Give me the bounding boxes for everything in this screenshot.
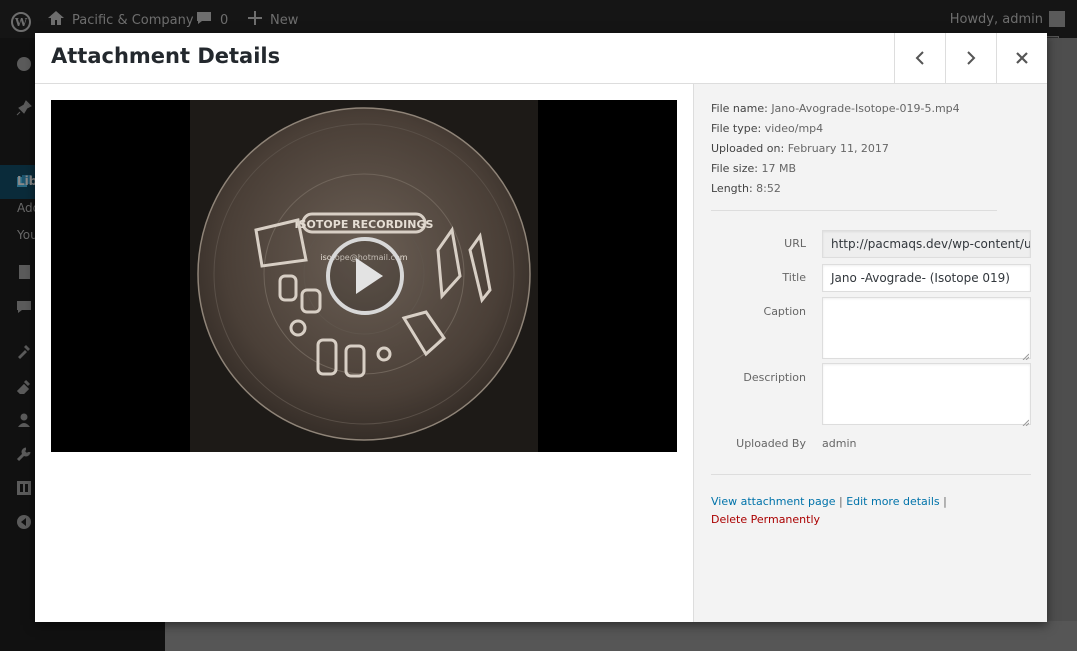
comments-count: 0 — [220, 12, 229, 28]
plus-icon — [248, 11, 262, 29]
collapse-menu-icon[interactable] — [16, 514, 32, 530]
plugins-icon[interactable] — [16, 378, 32, 397]
divider — [711, 210, 997, 211]
divider — [711, 474, 1031, 475]
description-label: Description — [743, 371, 806, 384]
actions-row: View attachment page | Edit more details… — [711, 493, 947, 511]
modal-title: Attachment Details — [51, 44, 281, 68]
settings-icon[interactable] — [16, 480, 32, 496]
next-button[interactable] — [945, 33, 996, 83]
file-name-row: File name: Jano-Avograde-Isotope-019-5.m… — [711, 99, 960, 119]
avatar — [1049, 11, 1065, 27]
resize-handle-icon[interactable] — [1021, 349, 1030, 361]
attachment-actions: View attachment page | Edit more details… — [711, 493, 947, 529]
svg-text:W: W — [14, 16, 28, 29]
view-attachment-page-link[interactable]: View attachment page — [711, 495, 835, 508]
video-label-line1: ISOTOPE RECORDINGS — [295, 218, 434, 231]
dashboard-icon[interactable] — [16, 56, 32, 72]
title-label: Title — [782, 271, 806, 284]
attachment-info-panel: File name: Jano-Avograde-Isotope-019-5.m… — [693, 84, 1047, 622]
home-icon — [48, 11, 64, 29]
appearance-icon[interactable] — [16, 343, 32, 359]
uploaded-by-value: admin — [822, 437, 857, 450]
uploaded-by-label: Uploaded By — [736, 437, 806, 450]
users-icon[interactable] — [16, 412, 32, 428]
length-row: Length: 8:52 — [711, 179, 960, 199]
caption-field[interactable] — [822, 297, 1031, 361]
description-field[interactable] — [822, 363, 1031, 427]
link-separator: | — [838, 495, 843, 508]
tools-icon[interactable] — [16, 446, 32, 462]
url-label: URL — [784, 237, 806, 250]
site-name-link[interactable]: Pacific & Company — [48, 11, 194, 29]
pin-icon[interactable] — [16, 100, 32, 116]
backdrop-footer-strip — [165, 621, 1077, 651]
resize-handle-icon[interactable] — [1021, 415, 1030, 427]
modal-header: Attachment Details — [35, 33, 1047, 84]
new-label: New — [270, 12, 299, 28]
new-content-link[interactable]: New — [248, 11, 298, 29]
link-separator: | — [943, 495, 947, 508]
uploaded-on-value: February 11, 2017 — [787, 142, 889, 155]
file-size-label: File size: — [711, 162, 758, 175]
uploaded-on-row: Uploaded on: February 11, 2017 — [711, 139, 960, 159]
comments-link[interactable]: 0 — [196, 11, 228, 29]
file-type-row: File type: video/mp4 — [711, 119, 960, 139]
length-value: 8:52 — [756, 182, 781, 195]
video-player[interactable]: ISOTOPE RECORDINGS isotope@hotmail.com — [51, 100, 677, 452]
edit-more-details-link[interactable]: Edit more details — [846, 495, 939, 508]
delete-permanently-link[interactable]: Delete Permanently — [711, 513, 820, 526]
file-size-value: 17 MB — [761, 162, 796, 175]
uploaded-on-label: Uploaded on: — [711, 142, 785, 155]
howdy-text: Howdy, admin — [949, 11, 1043, 27]
chevron-right-icon — [965, 50, 977, 66]
file-name-label: File name: — [711, 102, 768, 115]
previous-button[interactable] — [894, 33, 945, 83]
file-name-value: Jano-Avograde-Isotope-019-5.mp4 — [771, 102, 960, 115]
url-field[interactable]: http://pacmaqs.dev/wp-content/uploads/20… — [822, 230, 1031, 258]
chevron-left-icon — [914, 50, 926, 66]
file-type-value: video/mp4 — [764, 122, 824, 135]
file-metadata: File name: Jano-Avograde-Isotope-019-5.m… — [711, 99, 960, 199]
file-type-label: File type: — [711, 122, 762, 135]
title-field[interactable]: Jano -Avograde- (Isotope 019) — [822, 264, 1031, 292]
close-button[interactable] — [996, 33, 1047, 83]
attachment-details-modal: Attachment Details ISOTOPE RECORDINGS Fi… — [35, 33, 1047, 622]
delete-row: Delete Permanently — [711, 511, 947, 529]
site-name: Pacific & Company — [72, 12, 194, 28]
comments-icon[interactable] — [16, 299, 32, 315]
account-menu[interactable]: Howdy, admin — [950, 11, 1065, 27]
caption-label: Caption — [763, 305, 806, 318]
comment-bubble-icon — [196, 11, 212, 29]
wordpress-logo-icon[interactable]: W — [10, 11, 32, 33]
pages-icon[interactable] — [16, 264, 32, 280]
length-label: Length: — [711, 182, 753, 195]
file-size-row: File size: 17 MB — [711, 159, 960, 179]
play-icon[interactable] — [325, 236, 405, 316]
close-icon — [1015, 51, 1029, 65]
